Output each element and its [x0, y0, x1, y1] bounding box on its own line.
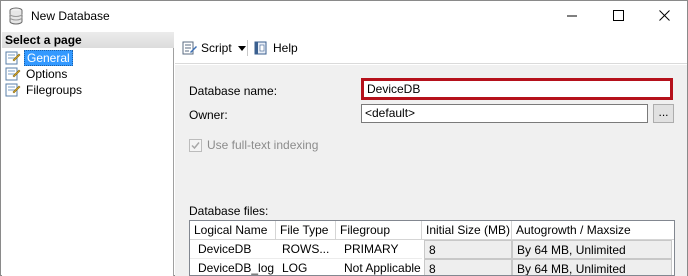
select-page-header: Select a page [2, 32, 174, 48]
column-header-file-type[interactable]: File Type [276, 221, 336, 240]
table-row[interactable]: DeviceDB ROWS... PRIMARY 8 By 64 MB, Unl… [190, 240, 674, 259]
grid-header: Logical Name File Type Filegroup Initial… [190, 221, 674, 240]
window-title: New Database [31, 9, 110, 23]
database-files-grid: Logical Name File Type Filegroup Initial… [189, 220, 675, 276]
database-name-field[interactable]: DeviceDB [361, 78, 673, 100]
toolbar: Script Help [175, 32, 687, 64]
owner-field[interactable]: <default> [361, 104, 648, 123]
page-wrench-icon [5, 67, 21, 81]
table-row[interactable]: DeviceDB_log LOG Not Applicable 8 By 64 … [190, 259, 674, 275]
script-label: Script [201, 41, 232, 55]
sidebar-item-filegroups[interactable]: Filegroups [5, 82, 84, 97]
sidebar-item-label: Options [26, 66, 68, 81]
fulltext-checkbox-row: Use full-text indexing [189, 138, 318, 152]
cell-logical-name[interactable]: DeviceDB [190, 240, 276, 259]
close-icon [658, 10, 670, 21]
minimize-button[interactable] [549, 1, 595, 31]
sidebar-item-general[interactable]: General [5, 49, 73, 66]
toolbar-separator [247, 40, 248, 56]
general-page-pane: Script Help Database name: DeviceDB Owne… [175, 32, 687, 276]
cell-initial-size[interactable]: 8 [424, 240, 512, 259]
help-button[interactable]: Help [253, 39, 298, 57]
sidebar-item-options[interactable]: Options [5, 66, 69, 81]
cell-autogrowth[interactable]: By 64 MB, Unlimited [512, 259, 672, 275]
cell-file-type[interactable]: LOG [276, 259, 336, 275]
cell-logical-name[interactable]: DeviceDB_log [190, 259, 276, 275]
page-wrench-icon [5, 51, 21, 65]
sidebar-item-label: Filegroups [26, 82, 83, 97]
database-name-label: Database name: [189, 84, 278, 98]
owner-label: Owner: [189, 108, 228, 122]
maximize-button[interactable] [595, 1, 641, 31]
column-header-autogrowth[interactable]: Autogrowth / Maxsize [512, 221, 674, 240]
cell-initial-size[interactable]: 8 [424, 259, 512, 275]
page-wrench-icon [5, 83, 21, 97]
database-icon [9, 7, 23, 25]
minimize-icon [566, 15, 577, 17]
fulltext-checkbox [189, 138, 202, 152]
cell-file-type[interactable]: ROWS... [276, 240, 336, 259]
cell-filegroup[interactable]: PRIMARY [336, 240, 422, 259]
sidebar-item-label: General [24, 49, 73, 66]
title-bar[interactable]: New Database [1, 1, 687, 31]
column-header-initial-size[interactable]: Initial Size (MB) [422, 221, 512, 240]
maximize-icon [612, 10, 624, 21]
help-book-icon [254, 41, 267, 55]
database-files-label: Database files: [189, 204, 269, 218]
fulltext-label: Use full-text indexing [207, 138, 319, 152]
script-icon [182, 41, 197, 55]
cell-autogrowth[interactable]: By 64 MB, Unlimited [512, 240, 672, 259]
general-content: Database name: DeviceDB Owner: <default>… [175, 65, 687, 276]
help-label: Help [273, 41, 298, 55]
column-header-logical-name[interactable]: Logical Name [190, 221, 276, 240]
owner-browse-button[interactable]: ... [653, 104, 674, 123]
cell-filegroup[interactable]: Not Applicable [336, 259, 422, 275]
script-button[interactable]: Script [181, 39, 250, 57]
checkmark-icon [191, 141, 200, 149]
close-button[interactable] [641, 1, 687, 31]
page-selector-pane: Select a page General Options Filegroups [2, 32, 174, 276]
new-database-dialog: New Database Select a page General Optio… [0, 0, 688, 276]
chevron-down-icon [237, 45, 246, 51]
column-header-filegroup[interactable]: Filegroup [336, 221, 422, 240]
